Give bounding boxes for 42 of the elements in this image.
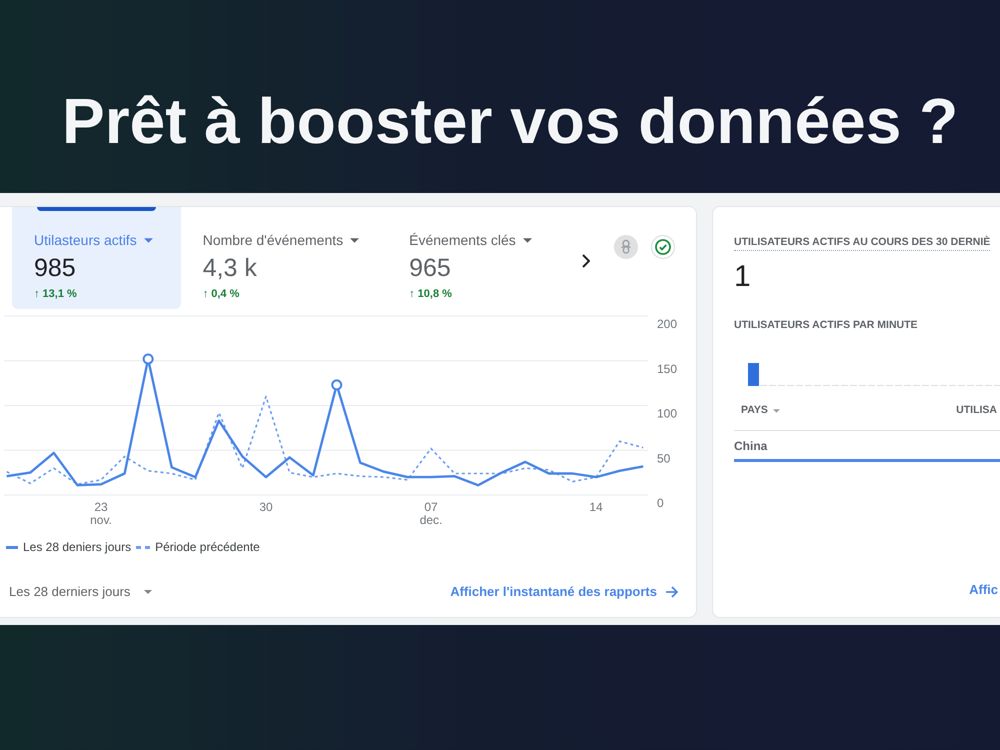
axis-label: 50 <box>657 451 670 466</box>
caret-down-icon <box>144 238 153 242</box>
point-marker <box>142 353 154 364</box>
figure-icon[interactable] <box>614 235 638 259</box>
axis-label: 100 <box>657 406 678 420</box>
metric-value: 4,3 k <box>202 253 257 283</box>
metric-value: 985 <box>34 253 76 283</box>
metric-tab[interactable]: Utilasteurs actifs 985 ↑ 13,1 % <box>12 207 181 309</box>
percent-change: ↑ 10,8 % <box>409 287 452 301</box>
axis-label: 0 <box>657 496 664 510</box>
legend-label: Les 28 deniers jours <box>23 539 132 556</box>
axis-label: 23 <box>94 500 108 514</box>
axis-label: 14 <box>589 500 603 514</box>
percent-change: ↑ 0,4 % <box>202 287 240 301</box>
page-heading: Prêt à booster vos données ? <box>62 86 958 156</box>
caret-down-icon <box>144 590 152 594</box>
realtime-value: 1 <box>734 262 751 292</box>
minute-bar <box>748 363 759 386</box>
country-name: China <box>734 439 768 453</box>
section-title: UTILISATEURS ACTIFS AU COURS DES 30 DERNIÈ <box>734 235 990 251</box>
legend-label: Période précédente <box>155 539 260 556</box>
section-title: UTILISATEURS ACTIFS PAR MINUTE <box>734 318 918 332</box>
arrow-right-icon <box>666 586 678 598</box>
legend-dash-icon <box>136 546 150 548</box>
axis-label: dec. <box>420 513 442 527</box>
caret-down-icon <box>522 238 532 242</box>
check-circle-icon[interactable] <box>651 235 675 259</box>
metric-value: 965 <box>409 253 451 283</box>
column-header[interactable]: PAYS <box>741 403 768 419</box>
axis-label: 07 <box>424 500 438 514</box>
axis-label: 200 <box>657 317 678 331</box>
report-link[interactable]: Afficher l'instantané des rapports <box>450 582 678 602</box>
axis-label: 30 <box>259 500 273 514</box>
percent-change: ↑ 13,1 % <box>34 287 77 301</box>
column-header[interactable]: UTILISA <box>956 403 997 419</box>
caret-down-icon <box>350 238 360 242</box>
date-range-dropdown[interactable]: Les 28 derniers jours <box>9 582 152 602</box>
axis-label: nov. <box>90 513 112 527</box>
chevron-right-icon <box>582 254 590 268</box>
axis-label: 150 <box>657 362 678 376</box>
report-link[interactable]: Affic <box>969 580 998 599</box>
point-marker <box>331 379 342 390</box>
